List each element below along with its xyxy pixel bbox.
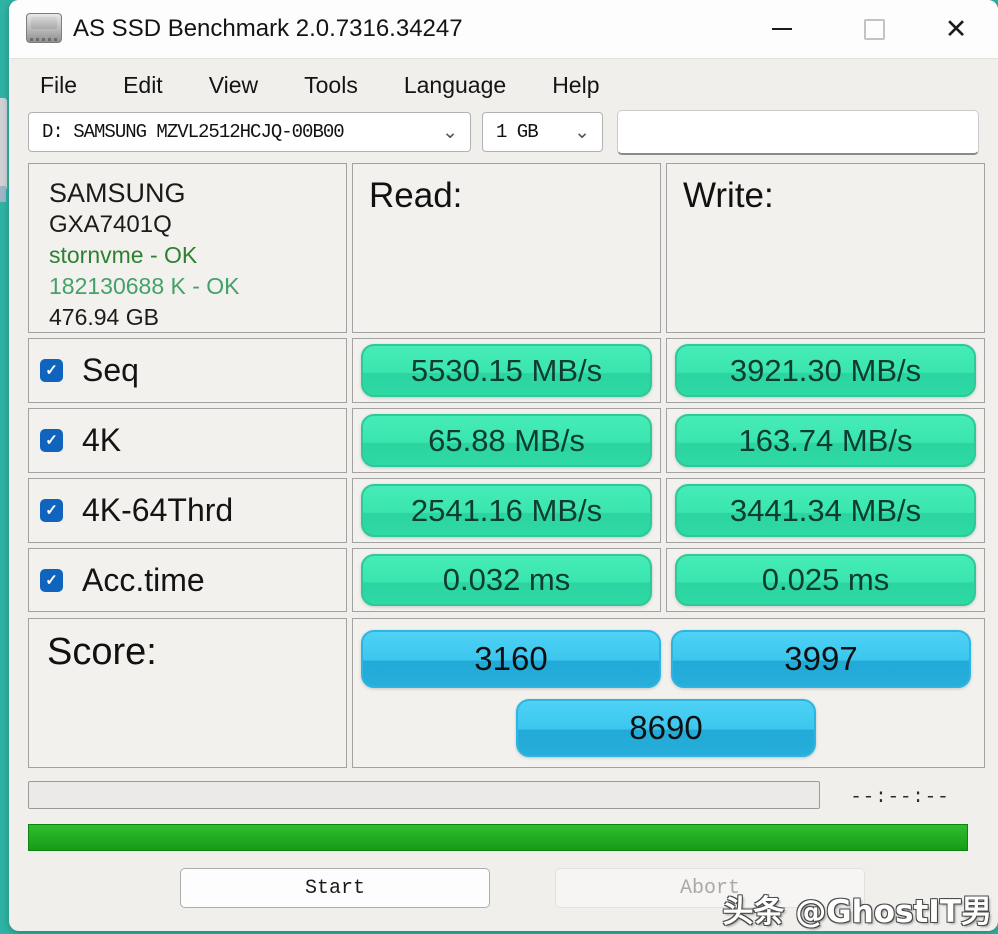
start-button[interactable]: Start xyxy=(180,868,490,908)
4k-read-value: 65.88 MB/s xyxy=(361,414,652,467)
drive-select[interactable]: D: SAMSUNG MZVL2512HCJQ-00B00 ⌄ xyxy=(28,112,471,152)
menu-help[interactable]: Help xyxy=(529,72,622,99)
check-icon: ✓ xyxy=(45,503,58,518)
device-vendor: SAMSUNG xyxy=(49,178,346,209)
test-size-select[interactable]: 1 GB ⌄ xyxy=(482,112,603,152)
acctime-read-cell: 0.032 ms xyxy=(352,548,661,612)
toolbar-empty-panel xyxy=(617,110,979,155)
test-label-acctime: Acc.time xyxy=(82,562,205,599)
4k-read-cell: 65.88 MB/s xyxy=(352,408,661,473)
test-label-seq: Seq xyxy=(82,352,139,389)
driver-status: stornvme - OK xyxy=(49,240,346,271)
minimize-button[interactable] xyxy=(758,0,806,58)
score-label-cell: Score: xyxy=(28,618,347,768)
acctime-read-value: 0.032 ms xyxy=(361,554,652,606)
4k64thrd-write-cell: 3441.34 MB/s xyxy=(666,478,985,543)
watermark-text: 头条 @GhostIT男 xyxy=(722,886,992,931)
acctime-write-value: 0.025 ms xyxy=(675,554,976,606)
desktop-artifact-blue xyxy=(0,186,6,202)
drive-select-value: D: SAMSUNG MZVL2512HCJQ-00B00 xyxy=(29,121,344,143)
test-label-4k64thrd: 4K-64Thrd xyxy=(82,492,233,529)
device-model: GXA7401Q xyxy=(49,209,346,240)
maximize-icon xyxy=(864,19,885,40)
menu-language[interactable]: Language xyxy=(381,72,529,99)
close-icon: ✕ xyxy=(945,16,968,43)
seq-checkbox[interactable]: ✓ xyxy=(40,359,63,382)
menu-tools[interactable]: Tools xyxy=(281,72,381,99)
check-icon: ✓ xyxy=(45,363,58,378)
test-row-4k64thrd: ✓ 4K-64Thrd xyxy=(28,478,347,543)
seq-write-cell: 3921.30 MB/s xyxy=(666,338,985,403)
menu-view[interactable]: View xyxy=(186,72,281,99)
4k-write-cell: 163.74 MB/s xyxy=(666,408,985,473)
seq-read-cell: 5530.15 MB/s xyxy=(352,338,661,403)
4k64thrd-checkbox[interactable]: ✓ xyxy=(40,499,63,522)
window-title: AS SSD Benchmark 2.0.7316.34247 xyxy=(73,0,463,58)
4k64thrd-write-value: 3441.34 MB/s xyxy=(675,484,976,537)
test-progress-bar xyxy=(28,781,820,809)
score-label: Score: xyxy=(29,619,346,674)
score-total-value: 8690 xyxy=(516,699,816,757)
menu-edit[interactable]: Edit xyxy=(100,72,186,99)
acctime-checkbox[interactable]: ✓ xyxy=(40,569,63,592)
4k-checkbox[interactable]: ✓ xyxy=(40,429,63,452)
test-label-4k: 4K xyxy=(82,422,121,459)
chevron-down-icon: ⌄ xyxy=(574,121,602,144)
write-column-header: Write: xyxy=(666,163,985,333)
test-row-acctime: ✓ Acc.time xyxy=(28,548,347,612)
test-row-4k: ✓ 4K xyxy=(28,408,347,473)
score-values-cell: 3160 3997 8690 xyxy=(352,618,985,768)
minimize-icon xyxy=(772,28,792,30)
seq-read-value: 5530.15 MB/s xyxy=(361,344,652,397)
device-info-panel: SAMSUNG GXA7401Q stornvme - OK 182130688… xyxy=(28,163,347,333)
desktop-artifact xyxy=(0,98,7,190)
menu-bar: File Edit View Tools Language Help xyxy=(17,60,998,110)
4k-write-value: 163.74 MB/s xyxy=(675,414,976,467)
test-size-value: 1 GB xyxy=(483,121,538,143)
app-icon xyxy=(26,13,62,43)
chevron-down-icon: ⌄ xyxy=(442,121,470,144)
device-capacity: 476.94 GB xyxy=(49,302,346,333)
title-bar: AS SSD Benchmark 2.0.7316.34247 ✕ xyxy=(9,0,998,59)
acctime-write-cell: 0.025 ms xyxy=(666,548,985,612)
score-read-value: 3160 xyxy=(361,630,661,688)
time-remaining: --:--:-- xyxy=(845,786,955,808)
seq-write-value: 3921.30 MB/s xyxy=(675,344,976,397)
maximize-button[interactable] xyxy=(850,0,898,58)
app-window: AS SSD Benchmark 2.0.7316.34247 ✕ File E… xyxy=(9,0,998,931)
alignment-status: 182130688 K - OK xyxy=(49,271,346,302)
check-icon: ✓ xyxy=(45,433,58,448)
close-button[interactable]: ✕ xyxy=(932,0,980,58)
read-column-header: Read: xyxy=(352,163,661,333)
menu-file[interactable]: File xyxy=(17,72,100,99)
check-icon: ✓ xyxy=(45,573,58,588)
4k64thrd-read-value: 2541.16 MB/s xyxy=(361,484,652,537)
overall-progress-bar xyxy=(28,824,968,851)
score-write-value: 3997 xyxy=(671,630,971,688)
test-row-seq: ✓ Seq xyxy=(28,338,347,403)
4k64thrd-read-cell: 2541.16 MB/s xyxy=(352,478,661,543)
